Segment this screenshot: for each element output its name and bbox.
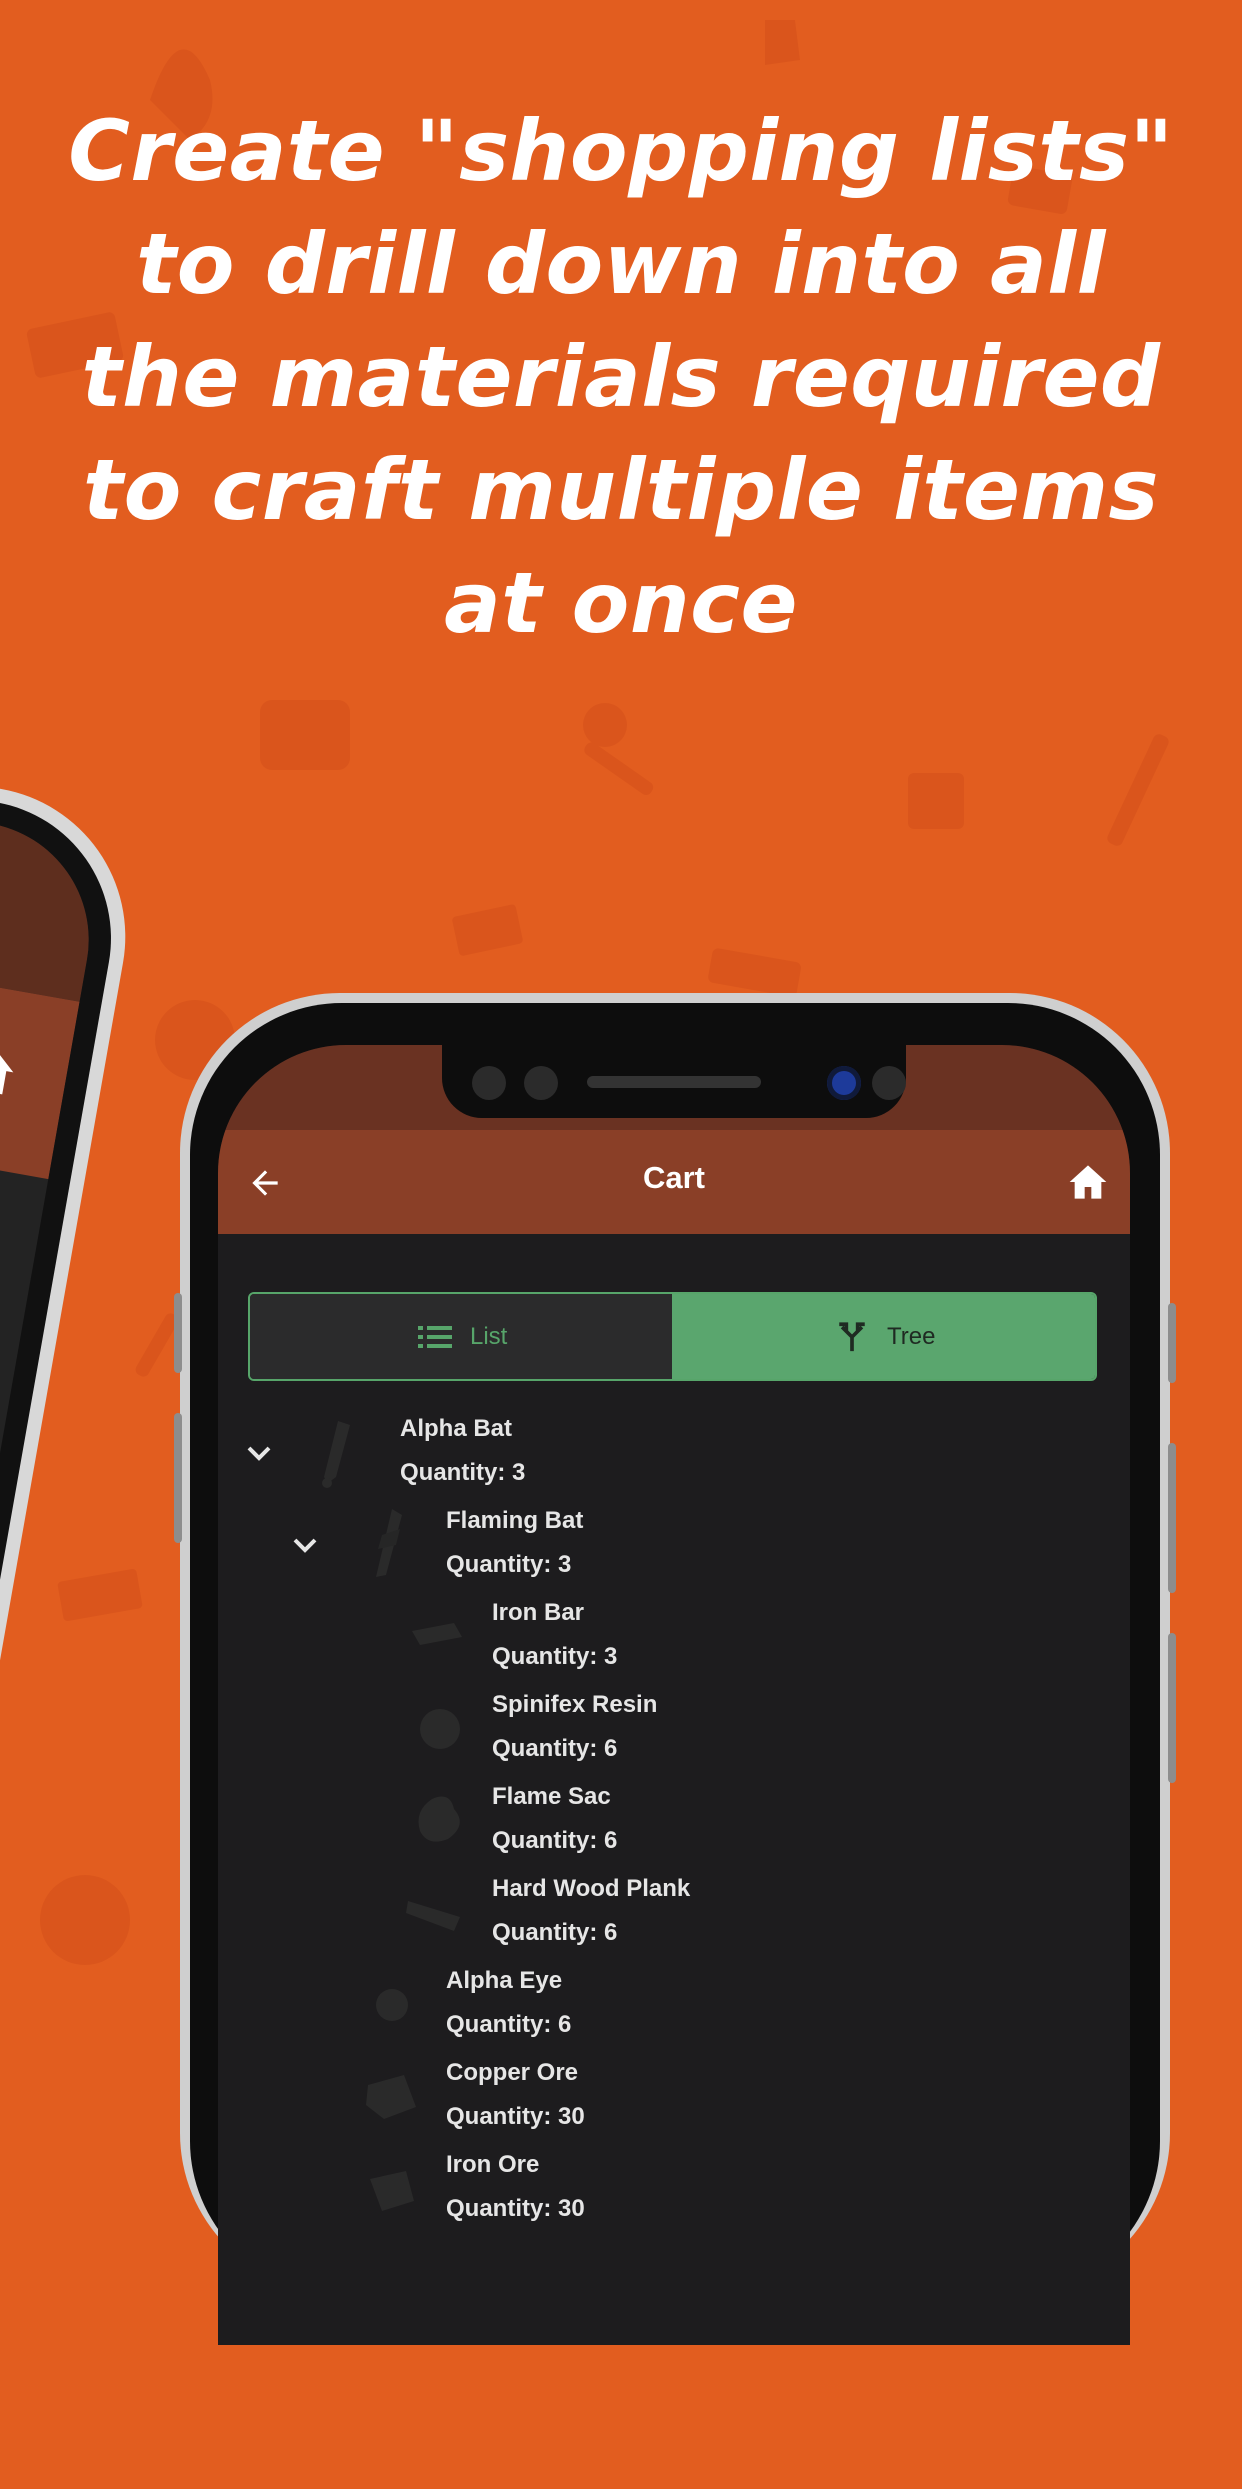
item-name: Iron Bar <box>492 1599 585 1626</box>
tree-item[interactable]: Flame Sac Quantity: 6 <box>334 1775 1098 1867</box>
item-thumbnail <box>420 1709 460 1749</box>
item-name: Hard Wood Plank <box>492 1875 691 1902</box>
headline-line-4: to craft multiple items <box>82 441 1160 539</box>
chevron-down-icon[interactable] <box>292 1537 318 1555</box>
chevron-down-icon[interactable] <box>246 1445 272 1463</box>
item-name: Flame Sac <box>492 1783 611 1810</box>
tree-item[interactable]: Iron Ore Quantity: 30 <box>288 2143 1098 2235</box>
item-quantity: Quantity: 3 <box>400 1459 526 1486</box>
notch <box>442 1045 906 1118</box>
item-name: Copper Ore <box>446 2059 579 2086</box>
tree-item[interactable]: Alpha Bat Quantity: 3 <box>242 1407 1098 1499</box>
phone-mockup: Cart List Tree Alpha Bat Quantity: 3 Fla… <box>174 993 1176 2345</box>
tree-branch-icon <box>839 1321 865 1351</box>
item-thumbnail <box>376 1989 408 2021</box>
item-quantity: Quantity: 30 <box>446 2195 585 2222</box>
item-thumbnail <box>322 1421 350 1488</box>
home-icon[interactable] <box>1068 1162 1108 1202</box>
item-thumbnail <box>406 1901 460 1931</box>
item-quantity: Quantity: 3 <box>446 1551 572 1578</box>
tree-view-button[interactable]: Tree <box>672 1294 1095 1379</box>
tree-item[interactable]: Flaming Bat Quantity: 3 <box>288 1499 1098 1591</box>
item-name: Flaming Bat <box>446 1507 584 1534</box>
page-title: Cart <box>642 1160 705 1195</box>
app-screen: Cart List Tree Alpha Bat Quantity: 3 Fla… <box>218 1045 1130 2345</box>
item-thumbnail <box>376 1509 402 1577</box>
headline-line-2: to drill down into all <box>136 215 1106 313</box>
list-view-button[interactable]: List <box>250 1294 672 1379</box>
tree-item[interactable]: Copper Ore Quantity: 30 <box>288 2051 1098 2143</box>
item-quantity: Quantity: 6 <box>492 1919 618 1946</box>
item-name: Iron Ore <box>446 2151 540 2178</box>
item-thumbnail <box>370 2171 414 2211</box>
tree-item[interactable]: Hard Wood Plank Quantity: 6 <box>334 1867 1098 1959</box>
view-toggle: List Tree <box>248 1292 1097 1381</box>
item-thumbnail <box>418 1796 460 1842</box>
item-quantity: Quantity: 30 <box>446 2103 585 2130</box>
item-name: Spinifex Resin <box>492 1691 658 1718</box>
headline-line-1: Create "shopping lists" <box>68 102 1174 200</box>
item-quantity: Quantity: 6 <box>492 1827 618 1854</box>
item-quantity: Quantity: 6 <box>446 2011 572 2038</box>
item-thumbnail <box>412 1623 462 1645</box>
headline-line-5: at once <box>444 554 798 652</box>
app-bar: Cart <box>218 1130 1130 1234</box>
item-quantity: Quantity: 6 <box>492 1735 618 1762</box>
item-quantity: Quantity: 3 <box>492 1643 618 1670</box>
tree-item[interactable]: Iron Bar Quantity: 3 <box>334 1591 1098 1683</box>
list-icon <box>418 1325 452 1348</box>
list-view-label: List <box>470 1322 508 1350</box>
item-name: Alpha Bat <box>400 1415 513 1442</box>
headline: Create "shopping lists" to drill down in… <box>0 95 1242 660</box>
tree-view-label: Tree <box>887 1322 936 1350</box>
tree-item[interactable]: Alpha Eye Quantity: 6 <box>288 1959 1098 2051</box>
item-thumbnail <box>366 2075 416 2119</box>
tree-item[interactable]: Spinifex Resin Quantity: 6 <box>334 1683 1098 1775</box>
item-name: Alpha Eye <box>446 1967 563 1994</box>
headline-line-3: the materials required <box>81 328 1161 426</box>
